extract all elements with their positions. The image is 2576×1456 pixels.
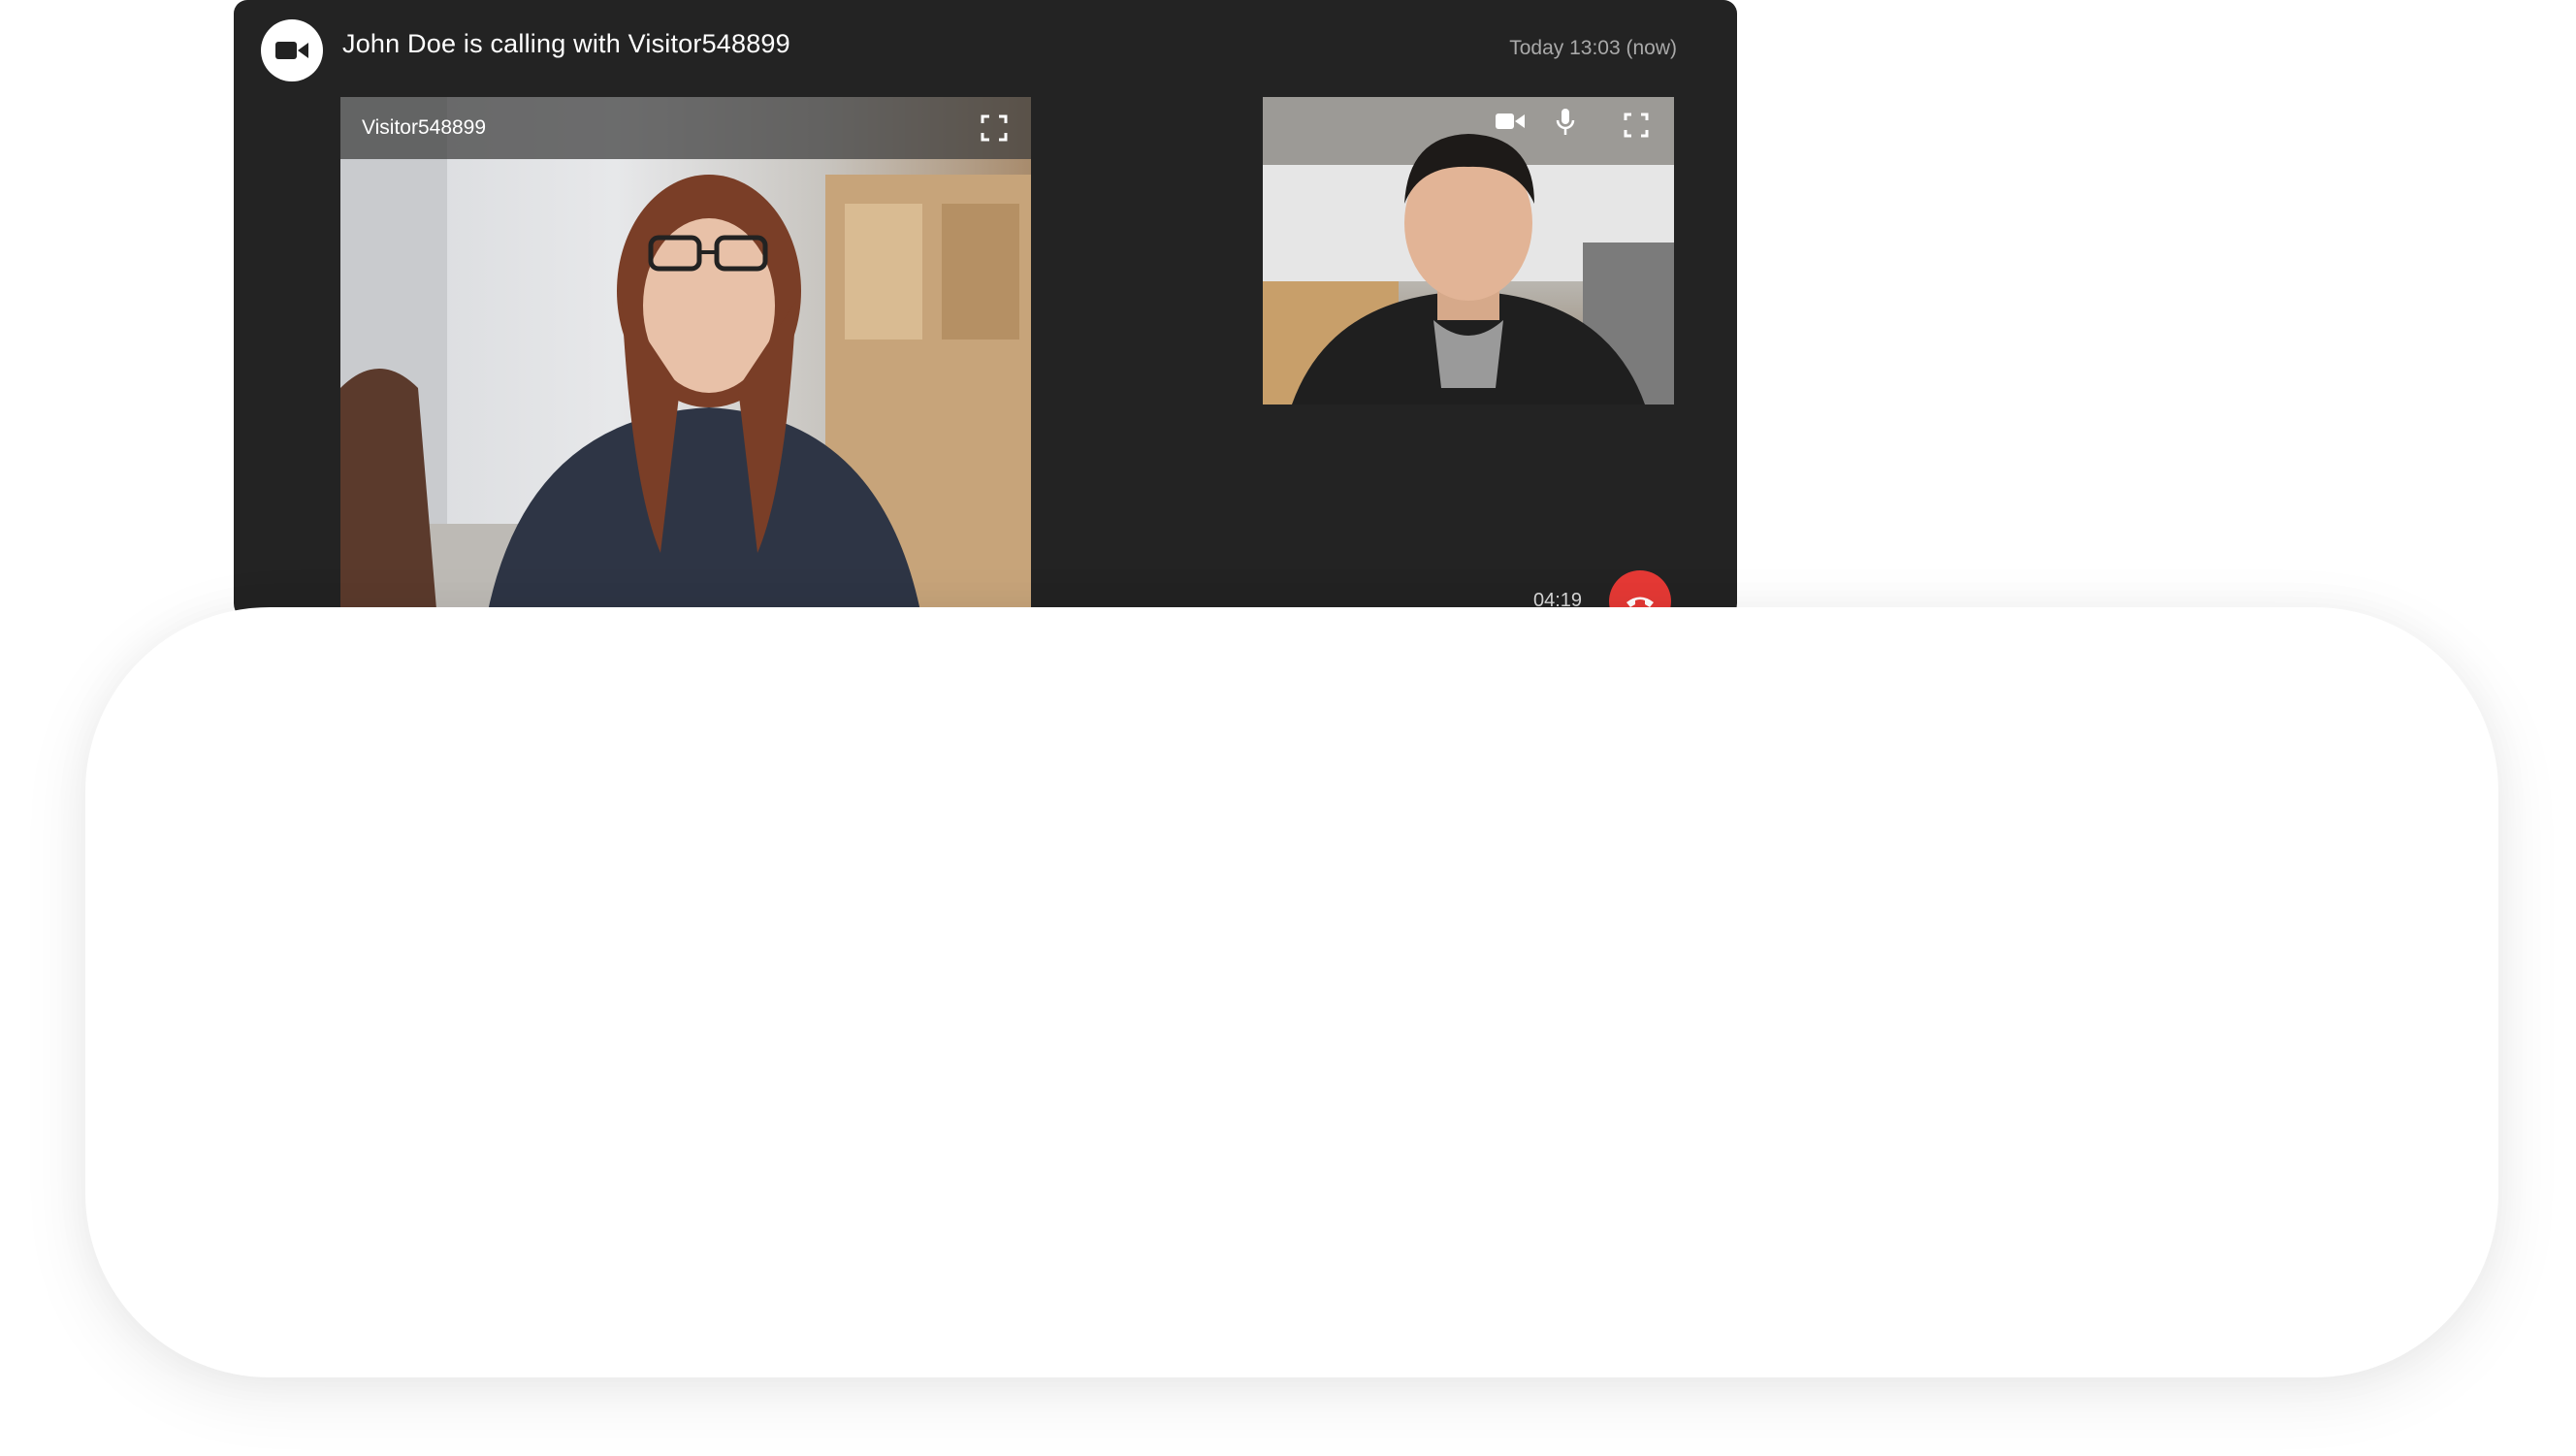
content-card <box>85 607 2498 1377</box>
microphone-icon[interactable] <box>1556 109 1575 141</box>
remote-video-frame <box>340 97 1031 621</box>
fullscreen-icon[interactable] <box>981 114 1008 146</box>
remote-video: Visitor548899 <box>340 97 1031 621</box>
self-video <box>1263 97 1674 404</box>
video-camera-icon <box>261 19 323 81</box>
self-video-frame <box>1263 97 1674 404</box>
call-timestamp: Today 13:03 (now) <box>1509 37 1677 59</box>
video-call-panel: John Doe is calling with Visitor548899 T… <box>234 0 1737 621</box>
camera-toggle-icon[interactable] <box>1496 111 1525 137</box>
fullscreen-icon[interactable] <box>1624 113 1649 143</box>
remote-participant-name: Visitor548899 <box>362 116 487 139</box>
call-title: John Doe is calling with Visitor548899 <box>342 29 790 58</box>
